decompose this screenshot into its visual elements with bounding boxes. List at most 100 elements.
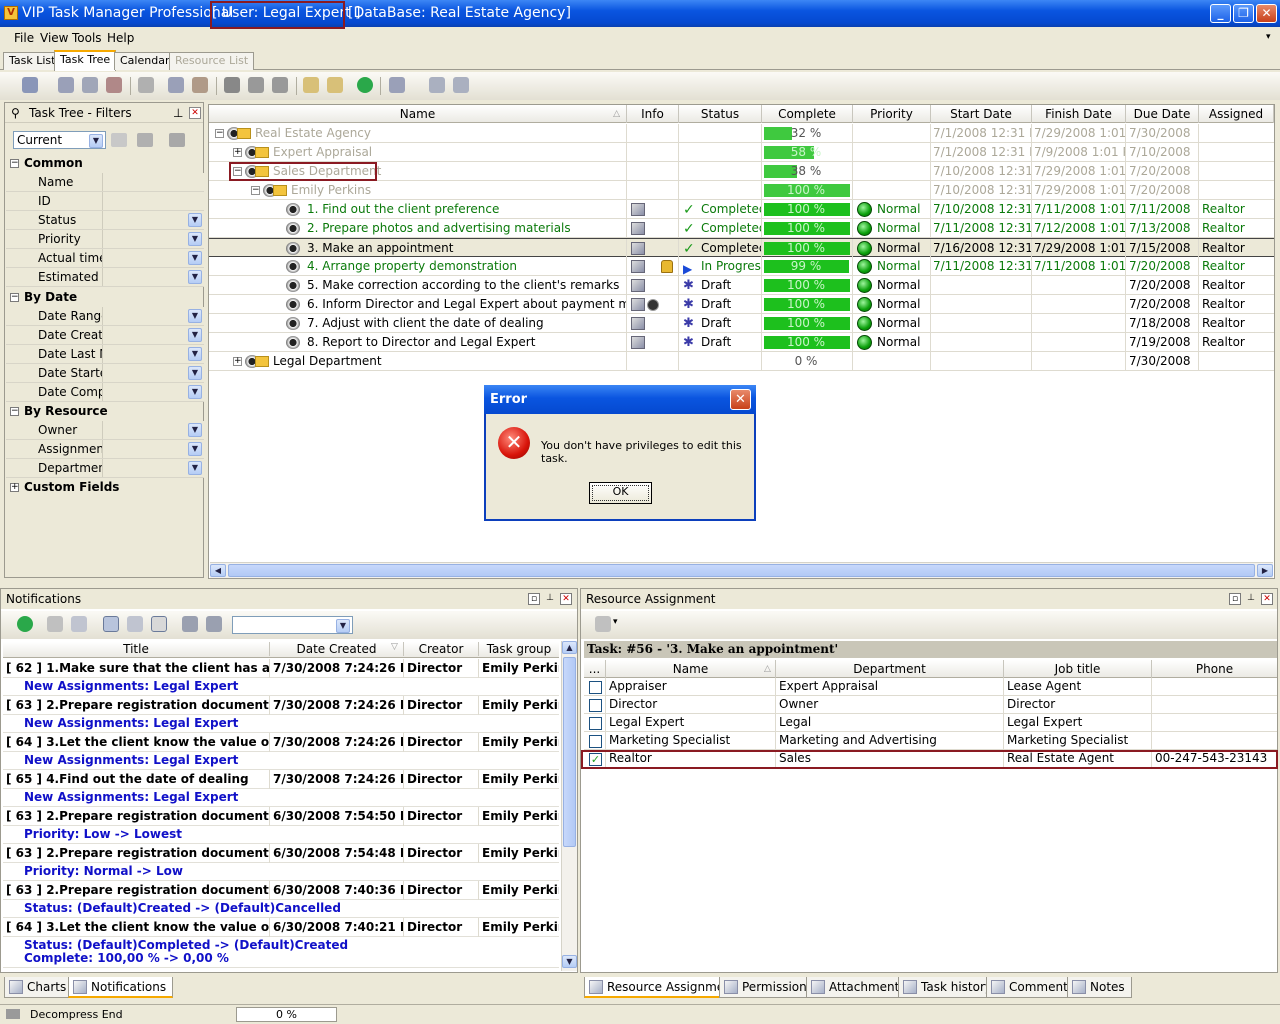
vertical-scrollbar[interactable]: ▲ ▼ — [561, 641, 577, 971]
filter-preset-select[interactable]: Current ▼ — [13, 131, 106, 149]
resource-select-cell[interactable] — [584, 696, 606, 714]
filter-group-by-resource[interactable]: − By Resource — [6, 402, 204, 421]
move-top-icon[interactable] — [224, 77, 240, 93]
fit-columns-icon[interactable] — [429, 77, 445, 93]
task-name-cell[interactable]: 1. Find out the client preference — [209, 200, 627, 219]
info-cell[interactable] — [627, 295, 679, 314]
column-header-priority[interactable]: Priority — [853, 105, 931, 123]
complete-cell[interactable]: 32 % — [762, 124, 853, 143]
copy-task-icon[interactable] — [82, 77, 98, 93]
close-icon[interactable]: ✕ — [189, 107, 201, 119]
info-cell[interactable] — [627, 333, 679, 352]
due-date-cell[interactable]: 7/20/2008 — [1126, 162, 1199, 181]
task-row[interactable]: 7. Adjust with client the date of dealin… — [209, 314, 1274, 333]
assigned-cell[interactable]: Realtor — [1199, 219, 1274, 238]
due-date-cell[interactable]: 7/20/2008 — [1126, 295, 1199, 314]
due-date-cell[interactable]: 7/20/2008 — [1126, 181, 1199, 200]
tab-task-tree[interactable]: Task Tree — [54, 50, 117, 71]
status-cell[interactable]: ✱ Draft — [679, 314, 762, 333]
task-row[interactable]: + Legal Department 0 % 7/30/2008 — [209, 352, 1274, 371]
notification-row[interactable]: [ 62 ] 1.Make sure that the client has a… — [3, 659, 559, 678]
notification-filter-select[interactable]: ▼ — [232, 616, 353, 634]
maximize-button[interactable]: ❐ — [1233, 4, 1254, 23]
priority-cell[interactable] — [853, 352, 931, 371]
menu-view[interactable]: View — [40, 31, 68, 45]
task-name-cell[interactable]: 2. Prepare photos and advertising materi… — [209, 219, 627, 238]
scroll-left-icon[interactable]: ◀ — [210, 564, 226, 577]
finish-date-cell[interactable]: 7/12/2008 1:01 PM — [1032, 219, 1126, 238]
finish-date-cell[interactable]: 7/29/2008 1:01 PM — [1032, 181, 1126, 200]
start-date-cell[interactable]: 7/1/2008 12:31 PM — [931, 143, 1032, 162]
scroll-right-icon[interactable]: ▶ — [1257, 564, 1273, 577]
close-icon[interactable]: ✕ — [1261, 593, 1273, 605]
restore-icon[interactable]: ▫ — [1229, 593, 1241, 605]
column-header-due-date[interactable]: Due Date — [1126, 105, 1199, 123]
task-row[interactable]: 6. Inform Director and Legal Expert abou… — [209, 295, 1274, 314]
expand-icon[interactable] — [303, 77, 319, 93]
task-row[interactable]: 4. Arrange property demonstration ▶ In Pro… — [209, 257, 1274, 276]
edit-task-icon[interactable] — [58, 77, 74, 93]
column-header-phone[interactable]: Phone — [1152, 660, 1277, 678]
assign-checkbox[interactable] — [589, 717, 602, 730]
expand-icon[interactable]: + — [233, 148, 242, 157]
column-header-complete[interactable]: Complete — [762, 105, 853, 123]
column-header-department[interactable]: Department — [776, 660, 1004, 678]
assigned-cell[interactable] — [1199, 162, 1274, 181]
complete-cell[interactable]: 100 % — [762, 276, 853, 295]
apply-filter-icon[interactable] — [111, 133, 127, 147]
restore-icon[interactable]: ▫ — [528, 593, 540, 605]
finish-date-cell[interactable]: 7/11/2008 1:01 PM — [1032, 257, 1126, 276]
scrollbar-thumb[interactable] — [228, 564, 1255, 577]
task-row[interactable]: +Expert Appraisal58 %7/1/2008 12:31 PM7/… — [209, 143, 1274, 162]
resource-row[interactable]: Director Owner Director — [584, 696, 1277, 714]
status-cell[interactable] — [679, 143, 762, 162]
assigned-cell[interactable]: Realtor — [1199, 314, 1274, 333]
complete-cell[interactable]: 100 % — [762, 239, 853, 258]
start-date-cell[interactable] — [931, 352, 1032, 371]
info-cell[interactable] — [627, 257, 679, 276]
column-header-assigned[interactable]: Assigned — [1199, 105, 1274, 123]
filter-row[interactable]: Department▼ — [6, 459, 204, 478]
assign-checkbox[interactable] — [589, 681, 602, 694]
due-date-cell[interactable]: 7/30/2008 — [1126, 352, 1199, 371]
resource-select-cell[interactable] — [584, 678, 606, 696]
due-date-cell[interactable]: 7/20/2008 — [1126, 257, 1199, 276]
complete-cell[interactable]: 100 % — [762, 295, 853, 314]
chevron-down-icon[interactable]: ▼ — [188, 423, 202, 437]
resource-select-cell[interactable] — [584, 714, 606, 732]
priority-cell[interactable]: Normal — [853, 276, 931, 295]
due-date-cell[interactable]: 7/20/2008 — [1126, 276, 1199, 295]
move-up-icon[interactable] — [248, 77, 264, 93]
chevron-down-icon[interactable]: ▼ — [188, 328, 202, 342]
tab-task-history[interactable]: Task history — [898, 977, 999, 998]
filter-row[interactable]: Date Range ▼ — [6, 307, 204, 326]
filter-row[interactable]: Name — [6, 173, 204, 192]
priority-cell[interactable]: Normal — [853, 295, 931, 314]
refresh-icon[interactable] — [357, 77, 373, 93]
priority-cell[interactable]: Normal — [853, 257, 931, 276]
column-header-task-group[interactable]: Task group — [479, 642, 559, 656]
start-date-cell[interactable]: 7/1/2008 12:31 PM — [931, 124, 1032, 143]
tab-calendar[interactable]: Calendar — [114, 52, 176, 70]
filter-row[interactable]: Status ▼ — [6, 211, 204, 230]
status-cell[interactable]: ✱ Draft — [679, 333, 762, 352]
complete-cell[interactable]: 100 % — [762, 181, 853, 200]
assigned-cell[interactable]: Realtor — [1199, 276, 1274, 295]
notification-row[interactable]: [ 63 ] 2.Prepare registration documents … — [3, 881, 559, 900]
close-button[interactable]: ✕ — [1256, 4, 1277, 23]
status-cell[interactable] — [679, 124, 762, 143]
task-row[interactable]: −Emily Perkins100 %7/10/2008 12:31 PM7/2… — [209, 181, 1274, 200]
assigned-cell[interactable]: Realtor — [1199, 200, 1274, 219]
column-header-status[interactable]: Status — [679, 105, 762, 123]
tab-notes[interactable]: Notes — [1067, 977, 1132, 998]
start-date-cell[interactable]: 7/16/2008 12:31 PM — [931, 239, 1032, 258]
task-name-cell[interactable]: + Expert Appraisal — [209, 143, 627, 162]
dialog-close-button[interactable]: ✕ — [730, 389, 751, 410]
chevron-down-icon[interactable]: ▾ — [613, 617, 618, 627]
notification-row[interactable]: [ 63 ] 2.Prepare registration documents … — [3, 696, 559, 715]
assigned-cell[interactable] — [1199, 181, 1274, 200]
start-date-cell[interactable]: 7/10/2008 12:31 PM — [931, 162, 1032, 181]
filter-row[interactable]: Date Create▼ — [6, 326, 204, 345]
filter-row[interactable]: Actual time ▼ — [6, 249, 204, 268]
complete-cell[interactable]: 100 % — [762, 219, 853, 238]
